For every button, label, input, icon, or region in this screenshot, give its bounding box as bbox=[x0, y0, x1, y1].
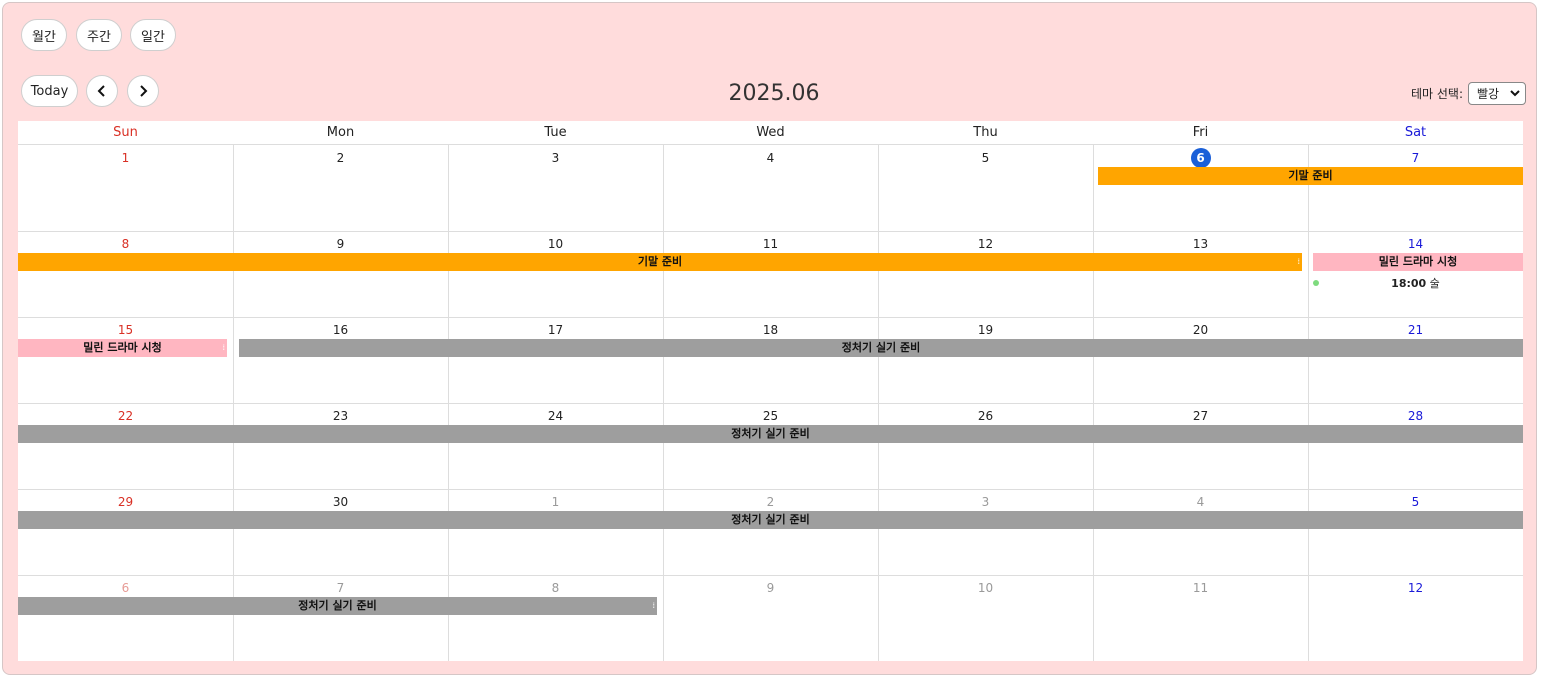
day-number[interactable]: 2 bbox=[233, 151, 448, 165]
day-number[interactable]: 30 bbox=[233, 495, 448, 509]
prev-month-button[interactable] bbox=[86, 75, 118, 107]
day-number[interactable]: 1 bbox=[448, 495, 663, 509]
theme-selected-value: 빨강 bbox=[1477, 87, 1500, 101]
chevron-down-icon bbox=[1510, 90, 1520, 97]
day-number[interactable]: 7 bbox=[233, 581, 448, 595]
day-number[interactable]: 19 bbox=[878, 323, 1093, 337]
event-exam-prep[interactable]: 기말 준비 bbox=[1098, 167, 1523, 185]
event-title: 정처기 실기 준비 bbox=[731, 513, 810, 526]
day-number[interactable]: 8 bbox=[18, 237, 233, 251]
next-month-button[interactable] bbox=[127, 75, 159, 107]
event-title: 기말 준비 bbox=[1288, 169, 1333, 182]
month-view-button[interactable]: 월간 bbox=[21, 19, 67, 51]
event-drama[interactable]: 밀린 드라마 시청 ⁞ bbox=[18, 339, 227, 357]
weekday-header-fri: Fri bbox=[1093, 121, 1308, 145]
calendar-title: 2025.06 bbox=[728, 81, 820, 106]
day-number[interactable]: 15 bbox=[18, 323, 233, 337]
day-number[interactable]: 13 bbox=[1093, 237, 1308, 251]
weekday-header-sat: Sat bbox=[1308, 121, 1523, 145]
resize-handle-icon[interactable]: ⁞ bbox=[1297, 253, 1300, 271]
event-title: 밀린 드라마 시청 bbox=[83, 341, 162, 354]
weekday-header-sun: Sun bbox=[18, 121, 233, 145]
day-number[interactable]: 5 bbox=[878, 151, 1093, 165]
today-badge: 6 bbox=[1190, 148, 1211, 168]
day-number[interactable]: 17 bbox=[448, 323, 663, 337]
week-view-label: 주간 bbox=[87, 29, 111, 45]
day-number[interactable]: 9 bbox=[233, 237, 448, 251]
day-number[interactable]: 8 bbox=[448, 581, 663, 595]
day-number[interactable]: 3 bbox=[878, 495, 1093, 509]
event-engineer-prep[interactable]: 정처기 실기 준비 ⁞ bbox=[18, 597, 657, 615]
chevron-right-icon bbox=[140, 85, 148, 97]
day-number[interactable]: 3 bbox=[448, 151, 663, 165]
day-number[interactable]: 23 bbox=[233, 409, 448, 423]
day-number[interactable]: 5 bbox=[1308, 495, 1523, 509]
chevron-left-icon bbox=[97, 85, 105, 97]
row-divider bbox=[18, 489, 1523, 490]
weekday-header-thu: Thu bbox=[878, 121, 1093, 145]
resize-handle-icon[interactable]: ⁞ bbox=[222, 339, 225, 357]
event-title: 정처기 실기 준비 bbox=[841, 341, 921, 354]
day-number[interactable]: 10 bbox=[878, 581, 1093, 595]
resize-handle-icon[interactable]: ⁞ bbox=[652, 597, 655, 615]
day-number[interactable]: 14 bbox=[1308, 237, 1523, 251]
day-number[interactable]: 2 bbox=[663, 495, 878, 509]
day-number[interactable]: 12 bbox=[878, 237, 1093, 251]
month-grid: Sun Mon Tue Wed Thu Fri Sat 1 2 3 4 5 6 7 8 9 10 11 12 13 14… bbox=[18, 121, 1523, 661]
row-divider bbox=[18, 231, 1523, 232]
event-drink-label: 18:00 술 bbox=[1391, 277, 1440, 290]
day-number[interactable]: 4 bbox=[663, 151, 878, 165]
day-number[interactable]: 28 bbox=[1308, 409, 1523, 423]
day-number[interactable]: 10 bbox=[448, 237, 663, 251]
day-number[interactable]: 21 bbox=[1308, 323, 1523, 337]
row-divider bbox=[18, 403, 1523, 404]
event-exam-prep[interactable]: 기말 준비 ⁞ bbox=[18, 253, 1302, 271]
day-number[interactable]: 9 bbox=[663, 581, 878, 595]
weekday-header-tue: Tue bbox=[448, 121, 663, 145]
today-button[interactable]: Today bbox=[21, 75, 78, 107]
theme-select[interactable]: 빨강 bbox=[1468, 82, 1526, 105]
event-title: 밀린 드라마 시청 bbox=[1378, 255, 1458, 268]
day-number[interactable]: 1 bbox=[18, 151, 233, 165]
event-engineer-prep[interactable]: 정처기 실기 준비 bbox=[18, 425, 1523, 443]
event-title: 정처기 실기 준비 bbox=[731, 427, 810, 440]
day-number[interactable]: 25 bbox=[663, 409, 878, 423]
day-number[interactable]: 27 bbox=[1093, 409, 1308, 423]
day-number[interactable]: 7 bbox=[1308, 151, 1523, 165]
today-label: Today bbox=[30, 83, 69, 99]
event-engineer-prep[interactable]: 정처기 실기 준비 bbox=[239, 339, 1523, 357]
day-number[interactable]: 24 bbox=[448, 409, 663, 423]
month-view-label: 월간 bbox=[32, 29, 56, 45]
day-number[interactable]: 12 bbox=[1308, 581, 1523, 595]
row-divider bbox=[18, 575, 1523, 576]
day-view-label: 일간 bbox=[141, 29, 165, 45]
day-view-button[interactable]: 일간 bbox=[130, 19, 176, 51]
theme-label: 테마 선택: bbox=[1410, 87, 1463, 101]
day-number[interactable]: 29 bbox=[18, 495, 233, 509]
day-number[interactable]: 18 bbox=[663, 323, 878, 337]
event-title: 기말 준비 bbox=[637, 255, 683, 268]
event-title: 정처기 실기 준비 bbox=[298, 599, 377, 612]
day-number[interactable]: 4 bbox=[1093, 495, 1308, 509]
weekday-header-wed: Wed bbox=[663, 121, 878, 145]
week-view-button[interactable]: 주간 bbox=[76, 19, 122, 51]
weekday-header-mon: Mon bbox=[233, 121, 448, 145]
day-number[interactable]: 11 bbox=[663, 237, 878, 251]
day-number[interactable]: 6 bbox=[18, 581, 233, 595]
event-time: 18:00 bbox=[1391, 277, 1427, 290]
day-number[interactable]: 11 bbox=[1093, 581, 1308, 595]
day-number[interactable]: 22 bbox=[18, 409, 233, 423]
day-number[interactable]: 16 bbox=[233, 323, 448, 337]
event-drama[interactable]: 밀린 드라마 시청 bbox=[1313, 253, 1523, 271]
day-number[interactable]: 20 bbox=[1093, 323, 1308, 337]
event-engineer-prep[interactable]: 정처기 실기 준비 bbox=[18, 511, 1523, 529]
day-number[interactable]: 26 bbox=[878, 409, 1093, 423]
day-number[interactable]: 6 bbox=[1093, 148, 1308, 168]
row-divider bbox=[18, 317, 1523, 318]
event-drink[interactable]: 18:00 술 bbox=[1313, 275, 1518, 290]
